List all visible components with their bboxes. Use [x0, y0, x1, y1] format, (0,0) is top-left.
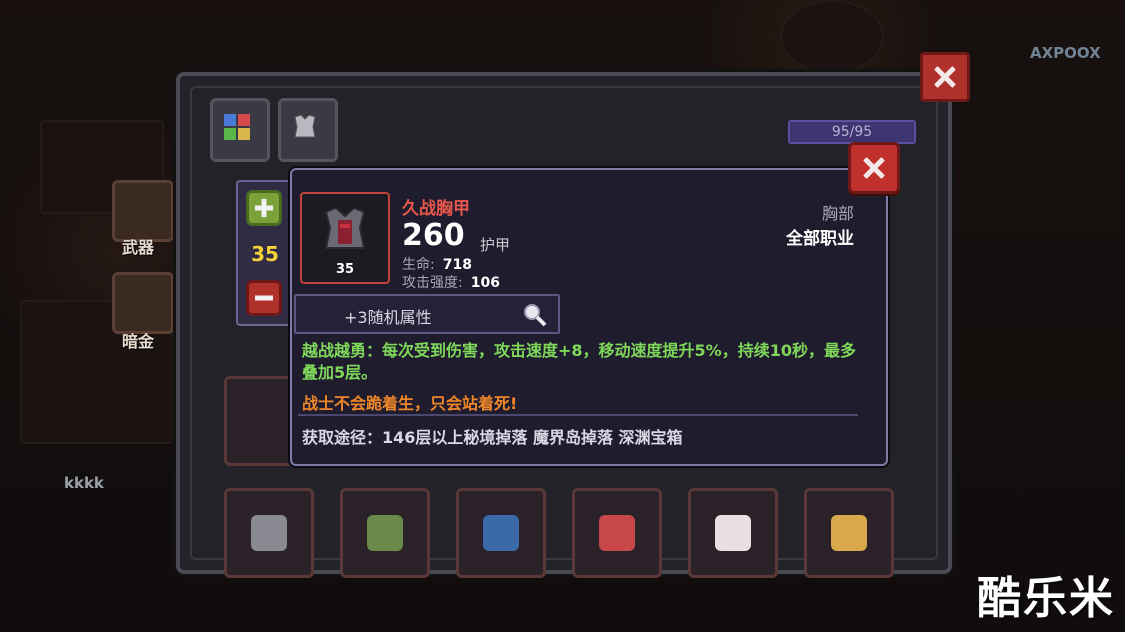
inventory-slot[interactable] [340, 488, 430, 578]
inventory-slot[interactable] [224, 488, 314, 578]
random-attribute-text: +3随机属性 [344, 308, 432, 327]
stat-health: 生命: 718 [402, 254, 472, 274]
item-icon-frame: 35 [300, 192, 390, 284]
magnifier-icon[interactable] [522, 302, 548, 328]
close-inventory-button[interactable] [920, 52, 970, 102]
armor-gold-icon [831, 515, 867, 551]
armor-white-red-icon [715, 515, 751, 551]
inventory-slot[interactable] [804, 488, 894, 578]
tab-inventory[interactable] [210, 98, 270, 162]
item-name: 久战胸甲 [402, 199, 470, 219]
level-adjuster: 35 [236, 180, 294, 326]
armor-tab-icon [294, 114, 316, 138]
watermark-top: AXPOOX [1030, 44, 1101, 62]
stat-health-value: 718 [442, 257, 472, 273]
item-quote: 战士不会跪着生，只会站着死! [302, 394, 518, 413]
weapon-slot[interactable] [112, 180, 174, 242]
dark-gold-slot[interactable] [112, 272, 174, 334]
tooltip-divider [298, 414, 858, 416]
inventory-capacity: 95/95 [788, 120, 916, 144]
item-armor-value: 260 [402, 218, 465, 253]
item-slot: 胸部 [821, 204, 854, 223]
stat-health-label: 生命: [402, 257, 435, 273]
level-decrease-button[interactable] [246, 280, 282, 316]
armor-dark-icon [251, 515, 287, 551]
stat-attack: 攻击强度: 106 [402, 272, 500, 292]
close-tooltip-button[interactable] [848, 142, 900, 194]
item-source: 获取途径：146层以上秘境掉落 魔界岛掉落 深渊宝箱 [302, 428, 683, 447]
stat-attack-label: 攻击强度: [402, 275, 463, 291]
stat-attack-value: 106 [470, 275, 500, 291]
dark-gold-slot-label: 暗金 [122, 332, 155, 351]
weapon-slot-label: 武器 [122, 238, 155, 257]
tab-armor[interactable] [278, 98, 338, 162]
inventory-grid-icon [224, 114, 250, 140]
item-class: 全部职业 [786, 229, 854, 249]
chest-armor-icon [324, 206, 366, 249]
item-effect-text: 越战越勇：每次受到伤害，攻击速度+8，移动速度提升5%，持续10秒，最多叠加5层… [302, 341, 856, 382]
player-name: kkkk [64, 474, 104, 492]
inventory-slot[interactable] [456, 488, 546, 578]
inventory-slot[interactable] [688, 488, 778, 578]
level-increase-button[interactable] [246, 190, 282, 226]
watermark: 酷乐米 [977, 573, 1115, 624]
armor-red-hood-icon [599, 515, 635, 551]
inventory-slot[interactable] [572, 488, 662, 578]
armor-blue-icon [483, 515, 519, 551]
item-armor-label: 护甲 [480, 236, 511, 254]
level-value: 35 [251, 242, 279, 266]
armor-green-icon [367, 515, 403, 551]
item-icon-level: 35 [335, 262, 355, 277]
item-tooltip: 35 久战胸甲 260 护甲 生命: 718 攻击强度: 106 胸部 全部职业 +… [290, 168, 888, 466]
random-attribute-box[interactable]: +3随机属性 [294, 294, 560, 334]
